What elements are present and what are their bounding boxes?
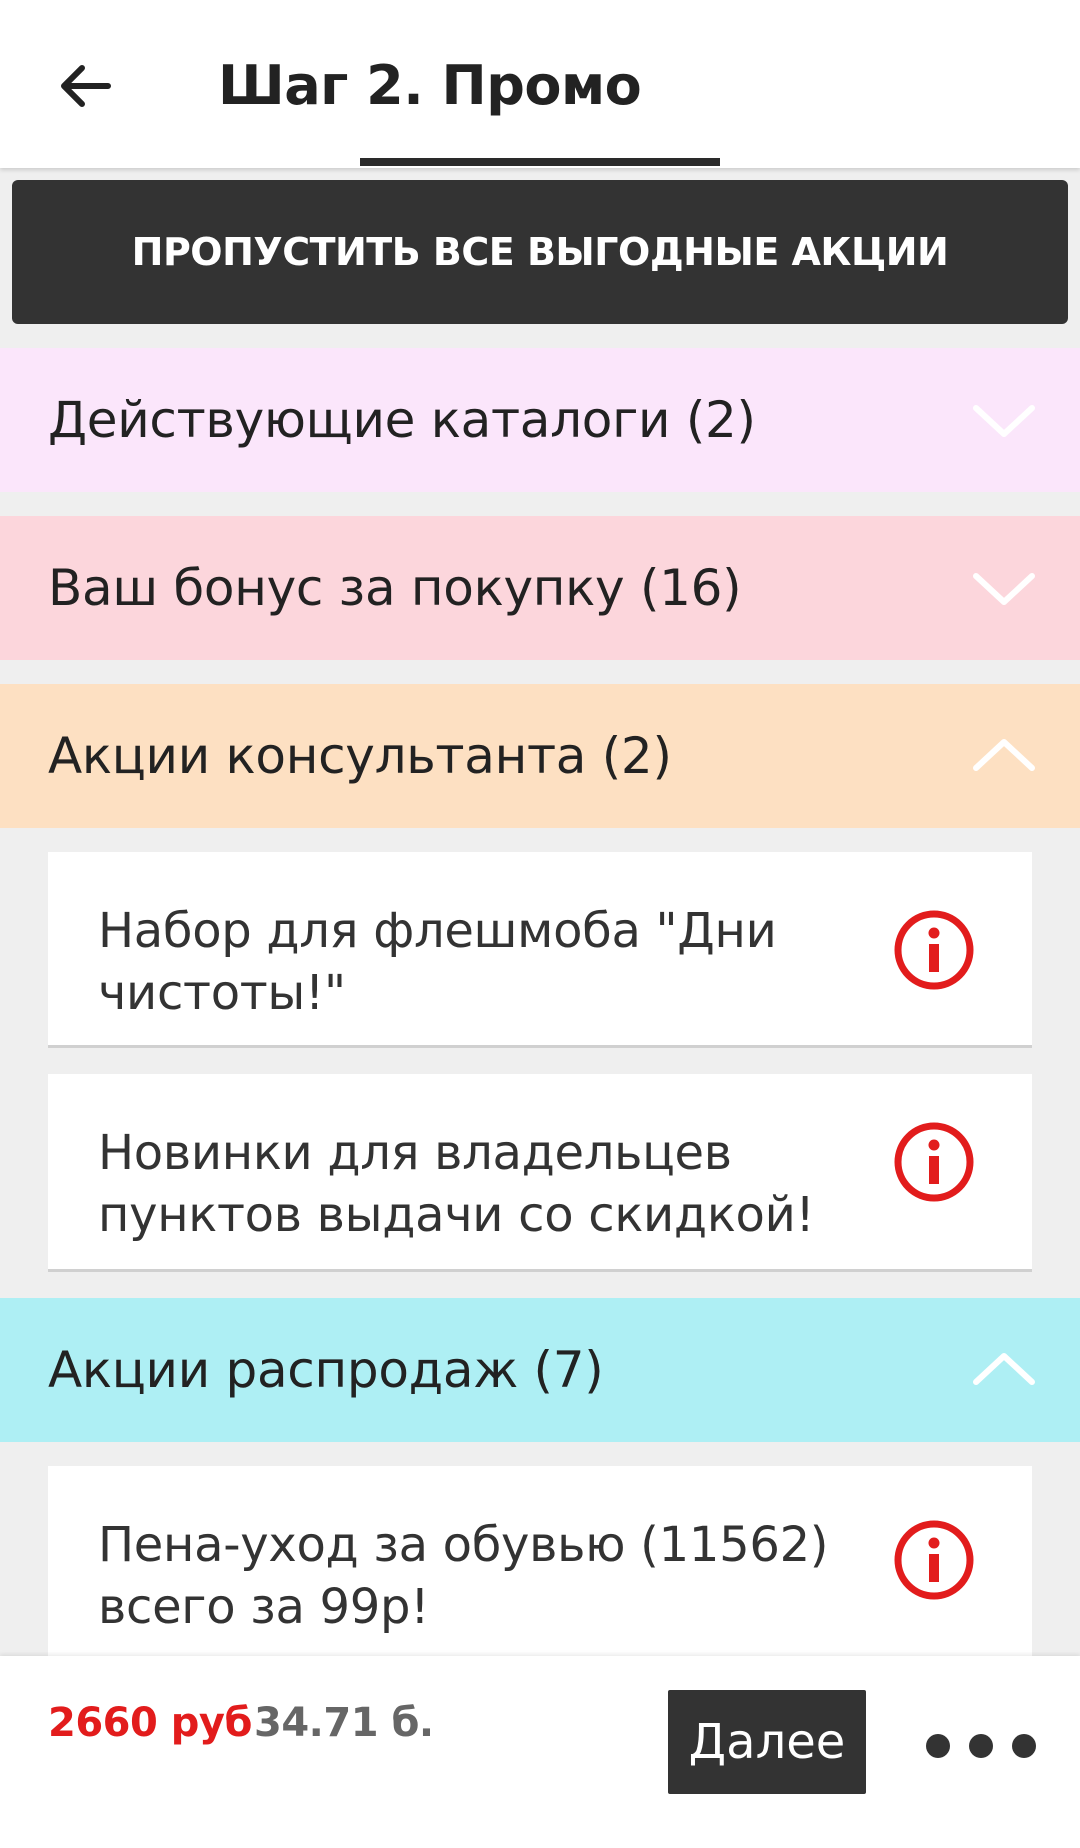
promo-card[interactable]: Пена-уход за обувью (11562) всего за 99р…	[48, 1466, 1032, 1662]
promo-title: Пена-уход за обувью (11562) всего за 99р…	[98, 1517, 829, 1635]
bottom-bar: 2660 руб 34.71 б. Далее	[0, 1656, 1080, 1848]
more-horizontal-icon[interactable]	[926, 1716, 1036, 1776]
dot	[926, 1734, 950, 1758]
dot	[969, 1734, 993, 1758]
order-points: 34.71 б.	[254, 1700, 434, 1746]
page-title: Шаг 2. Промо	[218, 54, 642, 117]
dot	[1012, 1734, 1036, 1758]
section-consultant-promos[interactable]: Акции консультанта (2)	[0, 684, 1080, 828]
promo-card[interactable]: Набор для флешмоба "Дни чистоты!"	[48, 852, 1032, 1048]
chevron-down-icon	[973, 573, 1035, 605]
promo-card[interactable]: Новинки для владельцев пунктов выдачи со…	[48, 1074, 1032, 1272]
section-active-catalogs[interactable]: Действующие каталоги (2)	[0, 348, 1080, 492]
skip-all-promos-button[interactable]: ПРОПУСТИТЬ ВСЕ ВЫГОДНЫЕ АКЦИИ	[12, 180, 1068, 324]
section-label: Действующие каталоги (2)	[48, 391, 756, 449]
section-label: Акции консультанта (2)	[48, 727, 672, 785]
promo-title: Новинки для владельцев пунктов выдачи со…	[98, 1125, 815, 1243]
app-bar: Шаг 2. Промо	[0, 0, 1080, 168]
arrow-left-icon	[61, 65, 111, 107]
next-button[interactable]: Далее	[668, 1690, 866, 1794]
chevron-up-icon	[973, 739, 1035, 771]
section-sale-promos[interactable]: Акции распродаж (7)	[0, 1298, 1080, 1442]
promo-title: Набор для флешмоба "Дни чистоты!"	[98, 903, 777, 1021]
info-icon[interactable]	[892, 1518, 976, 1602]
info-icon[interactable]	[892, 1120, 976, 1204]
section-purchase-bonus[interactable]: Ваш бонус за покупку (16)	[0, 516, 1080, 660]
chevron-down-icon	[973, 405, 1035, 437]
section-label: Акции распродаж (7)	[48, 1341, 604, 1399]
title-underline	[360, 158, 720, 166]
info-icon[interactable]	[892, 908, 976, 992]
back-button[interactable]	[44, 46, 124, 126]
section-label: Ваш бонус за покупку (16)	[48, 559, 742, 617]
chevron-up-icon	[973, 1353, 1035, 1385]
order-total-price: 2660 руб	[48, 1700, 252, 1746]
